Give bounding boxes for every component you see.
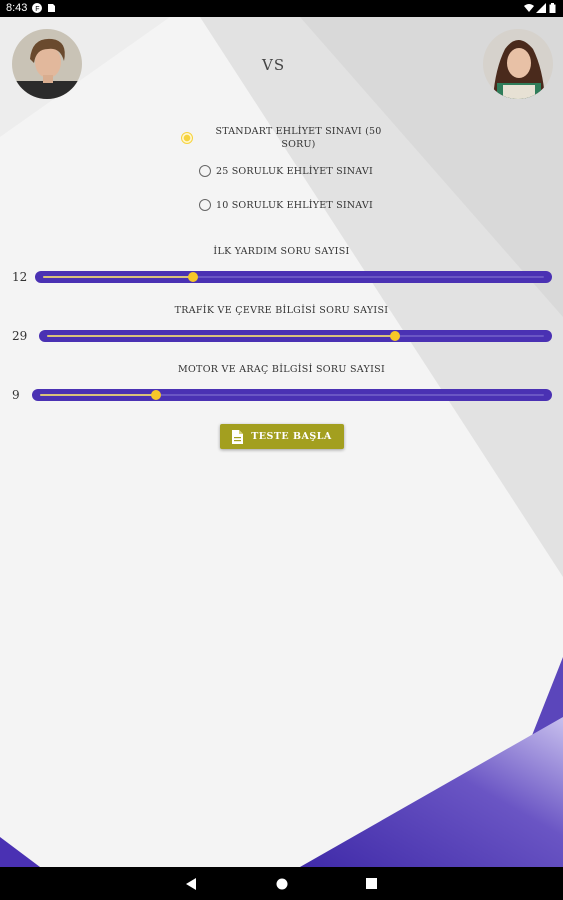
exam-option-10[interactable]: 10 SORULUK EHLİYET SINAVI — [199, 199, 373, 212]
app-notification-icon: F — [32, 3, 42, 13]
first-aid-slider[interactable] — [35, 271, 552, 283]
signal-icon — [536, 3, 546, 13]
traffic-count: 29 — [12, 329, 28, 343]
exam-option-25[interactable]: 25 SORULUK EHLİYET SINAVI — [199, 165, 373, 178]
motor-title: MOTOR VE ARAÇ BİLGİSİ SORU SAYISI — [177, 364, 386, 375]
first-aid-title: İLK YARDIM SORU SAYISI — [213, 246, 350, 257]
slider-fill — [47, 335, 395, 337]
exam-option-label: 10 SORULUK EHLİYET SINAVI — [216, 200, 373, 211]
battery-icon — [549, 3, 556, 13]
slider-fill — [43, 276, 194, 278]
exam-option-label: 25 SORULUK EHLİYET SINAVI — [216, 166, 373, 177]
svg-text:F: F — [35, 6, 39, 13]
slider-thumb[interactable] — [150, 390, 161, 400]
traffic-slider[interactable] — [39, 330, 552, 342]
start-test-button[interactable]: TESTE BAŞLA — [220, 424, 344, 449]
exam-option-label-line1: STANDART EHLİYET SINAVI (50 — [215, 126, 382, 137]
motor-slider[interactable] — [32, 389, 552, 401]
home-icon[interactable] — [276, 878, 288, 890]
exam-option-label-line2: SORU) — [281, 139, 316, 150]
player1-avatar[interactable] — [12, 29, 82, 99]
back-icon[interactable] — [185, 878, 197, 890]
player2-photo — [483, 29, 553, 99]
traffic-title: TRAFİK VE ÇEVRE BİLGİSİ SORU SAYISI — [174, 305, 389, 316]
slider-fill — [40, 394, 156, 396]
start-test-label: TESTE BAŞLA — [251, 431, 332, 442]
radio-selected-icon[interactable] — [181, 132, 193, 144]
navigation-bar — [0, 867, 563, 900]
sd-card-icon — [48, 4, 55, 12]
player2-avatar[interactable] — [483, 29, 553, 99]
radio-unselected-icon[interactable] — [199, 165, 211, 177]
slider-thumb[interactable] — [188, 272, 199, 282]
first-aid-count: 12 — [12, 270, 28, 284]
exam-option-standard[interactable]: STANDART EHLİYET SINAVI (50 SORU) — [181, 125, 391, 151]
exam-option-label: STANDART EHLİYET SINAVI (50 SORU) — [206, 125, 391, 151]
player1-photo — [12, 29, 82, 99]
radio-unselected-icon[interactable] — [199, 199, 211, 211]
wifi-icon — [524, 4, 534, 12]
versus-label: VS — [262, 56, 286, 74]
status-time: 8:43 — [6, 2, 28, 14]
slider-thumb[interactable] — [389, 331, 400, 341]
status-bar: 8:43 F — [0, 0, 563, 17]
recents-icon[interactable] — [366, 878, 377, 889]
motor-count: 9 — [12, 388, 20, 402]
document-icon — [232, 429, 244, 444]
